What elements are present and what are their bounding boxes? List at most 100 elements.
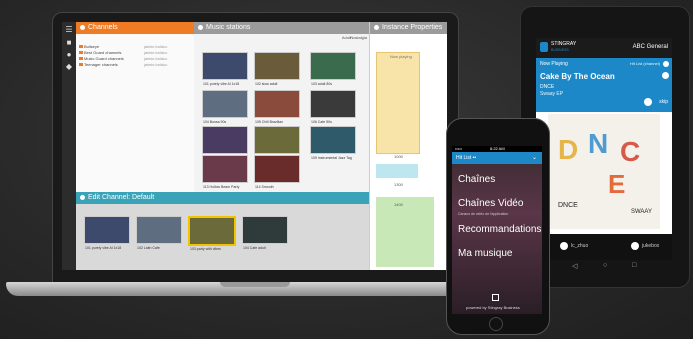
edit-thumb[interactable]: 101 purely vibe Al 1x18 bbox=[84, 216, 130, 250]
home-icon[interactable]: ○ bbox=[603, 262, 607, 269]
music-stations-header: Music stations bbox=[194, 22, 369, 34]
channels-panel: Channels Bullseye jaimie.bolduc Best Guar… bbox=[76, 22, 195, 192]
music-icon bbox=[198, 24, 203, 30]
station-thumb[interactable]: 114 Smooth bbox=[254, 155, 300, 189]
instance-properties-panel: Instance Properties Now playing 1000 130… bbox=[369, 22, 447, 270]
station-thumb[interactable]: 103 adult 80s bbox=[310, 52, 356, 86]
channel-owner: jaimie.bolduc bbox=[144, 62, 168, 67]
edit-thumb[interactable]: 102 Latin Cafe bbox=[136, 216, 182, 250]
tablet-screen: STINGRAY BUSINESS ABC General Now Playin… bbox=[536, 38, 672, 260]
footer-jukebox[interactable]: jukebox bbox=[642, 243, 659, 249]
hit-list-title[interactable]: Hit List •• bbox=[456, 155, 476, 161]
edit-channel-title: Edit Channel: Default bbox=[88, 194, 155, 201]
station-thumb[interactable]: 113 Hollow Beam Party bbox=[202, 155, 248, 189]
edit-thumb[interactable]: 104 Cafe adult bbox=[242, 216, 288, 250]
time-value: 1300 bbox=[394, 182, 403, 187]
phone-home-button[interactable] bbox=[489, 317, 503, 331]
edit-channel-header: Edit Channel: Default bbox=[76, 192, 369, 204]
channel-name: Best Guard channels bbox=[84, 50, 122, 55]
menu-item-ma-musique[interactable]: Ma musique bbox=[458, 248, 512, 259]
menu-item-chaines-video[interactable]: Chaînes Vidéo bbox=[458, 198, 523, 209]
brand-name: STINGRAY bbox=[551, 41, 577, 47]
station-thumb[interactable]: 101 purely vibe Al 1x18 bbox=[202, 52, 248, 86]
channels-title: Channels bbox=[88, 24, 118, 31]
station-thumb[interactable]: 106 Cafe 50s bbox=[310, 90, 356, 124]
carrier: ••••• bbox=[455, 146, 463, 151]
zone-name: ABC General bbox=[632, 44, 668, 50]
tablet-footer: lc_zhuo jukebox bbox=[536, 234, 672, 260]
artist-name: DNCE bbox=[540, 84, 555, 90]
settings-icon[interactable]: ◆ bbox=[65, 63, 73, 71]
clock: 8:22 AM bbox=[490, 146, 505, 151]
footer-user: lc_zhuo bbox=[571, 243, 589, 249]
album-letter: E bbox=[608, 169, 626, 199]
skip-label[interactable]: skip bbox=[659, 99, 668, 105]
album-brand: DNCE bbox=[558, 202, 578, 209]
menu-item-chaines[interactable]: Chaînes bbox=[458, 174, 495, 185]
powered-by: powered by Stingray Business bbox=[466, 305, 520, 310]
settings-icon[interactable] bbox=[492, 294, 499, 301]
edit-icon bbox=[80, 194, 85, 200]
hit-list-label[interactable]: Hit List (channel) bbox=[630, 61, 660, 66]
user-icon[interactable] bbox=[560, 242, 568, 250]
channels-icon bbox=[80, 24, 85, 30]
properties-title: Instance Properties bbox=[382, 24, 443, 31]
schedule-block[interactable] bbox=[376, 164, 418, 178]
phone-header: Hit List •• ⌄ bbox=[452, 152, 542, 164]
station-label: 102 slow adult bbox=[255, 82, 278, 86]
music-stations-panel: Music stations Adult Nostalgia 101 purel… bbox=[194, 22, 369, 192]
schedule-block[interactable] bbox=[376, 52, 420, 154]
menu-icon[interactable] bbox=[662, 72, 669, 79]
station-thumb[interactable]: 105 Chill Brazilian bbox=[254, 90, 300, 124]
station-label: 106 Cafe 50s bbox=[311, 120, 332, 124]
station-thumb[interactable]: 109 Instrumental Jazz Tag bbox=[310, 126, 356, 160]
edit-thumb-label: 104 Cafe adult bbox=[243, 246, 266, 250]
station-label: 114 Smooth bbox=[255, 185, 274, 189]
channel-icon[interactable] bbox=[663, 61, 669, 67]
channel-name: Bullseye bbox=[84, 44, 100, 49]
station-thumb[interactable]: 104 Bossa 90s bbox=[202, 90, 248, 124]
properties-header: Instance Properties bbox=[370, 22, 447, 34]
station-label: 103 adult 80s bbox=[311, 82, 333, 86]
channel-name: Music Guard channels bbox=[84, 56, 124, 61]
jukebox-icon[interactable] bbox=[631, 242, 639, 250]
menu-item-recommandations[interactable]: Recommandations bbox=[458, 224, 541, 235]
stingray-logo-icon bbox=[540, 42, 548, 52]
flag-icon bbox=[79, 57, 83, 60]
chevron-down-icon[interactable]: ⌄ bbox=[532, 154, 537, 161]
camera-icon[interactable]: ■ bbox=[65, 39, 73, 47]
time-value: 1000 bbox=[394, 154, 403, 159]
laptop-notch bbox=[220, 282, 290, 287]
laptop-screen: ☰ ■ ● ◆ Channels Bullseye jaimie.bolduc B… bbox=[62, 22, 447, 270]
recent-apps-icon[interactable]: □ bbox=[632, 262, 636, 269]
now-playing-section: Now Playing Hit List (channel) Cake By T… bbox=[536, 58, 672, 112]
now-playing-label: Now Playing bbox=[540, 61, 568, 67]
album-letter: D bbox=[558, 134, 579, 165]
station-thumb[interactable]: 102 slow adult bbox=[254, 52, 300, 86]
channel-item[interactable]: Teenager channels jaimie.bolduc bbox=[76, 62, 194, 68]
flag-icon bbox=[79, 45, 83, 48]
brand-sub: BUSINESS bbox=[551, 48, 569, 52]
app-sidebar: ☰ ■ ● ◆ bbox=[62, 22, 76, 270]
back-icon[interactable]: ◁ bbox=[572, 262, 577, 270]
station-label: 105 Chill Brazilian bbox=[255, 120, 284, 124]
phone-screen: ••••• 8:22 AM Hit List •• ⌄ Chaînes Chaî… bbox=[452, 146, 542, 314]
menu-icon[interactable]: ☰ bbox=[65, 26, 73, 34]
flag-icon bbox=[79, 63, 83, 66]
skip-icon[interactable] bbox=[644, 98, 652, 106]
edit-thumb-label: 103 party with vibes bbox=[190, 247, 221, 251]
station-thumb[interactable]: 107 Bossa Vibes bbox=[202, 126, 248, 160]
edit-thumb[interactable]: 103 party with vibes bbox=[188, 216, 236, 251]
album-name: Swaay EP bbox=[540, 91, 564, 97]
schedule-block[interactable] bbox=[376, 197, 434, 267]
speaker-icon[interactable]: ● bbox=[65, 51, 73, 59]
album-letter: N bbox=[588, 128, 609, 159]
tab-nostalgia[interactable]: Nostalgia bbox=[350, 35, 367, 40]
album-letter: C bbox=[620, 136, 641, 167]
flag-icon bbox=[79, 51, 83, 54]
station-thumb[interactable]: 108 Latin adult bbox=[254, 126, 300, 160]
time-value: 1400 bbox=[394, 202, 403, 207]
music-stations-title: Music stations bbox=[206, 24, 251, 31]
station-label: 109 Instrumental Jazz Tag bbox=[311, 156, 352, 160]
now-playing-label: Now playing bbox=[390, 54, 412, 59]
